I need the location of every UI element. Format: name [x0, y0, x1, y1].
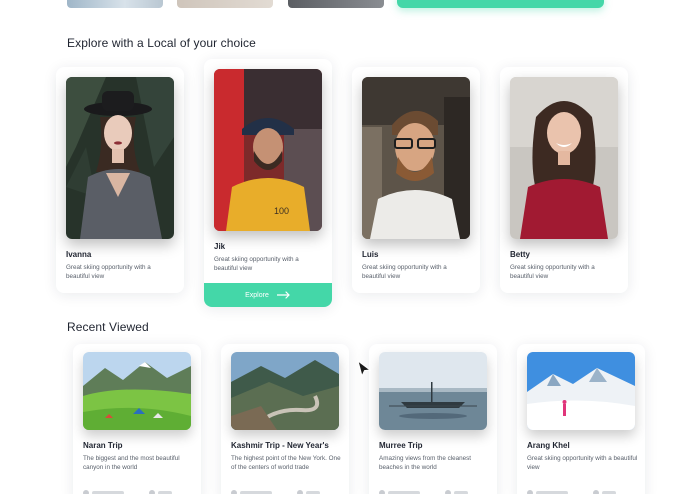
local-name: Jik: [214, 242, 226, 251]
trip-meta: [231, 490, 339, 494]
trip-photo: [379, 352, 487, 430]
trip-photo: [83, 352, 191, 430]
trip-photo: [231, 352, 339, 430]
meta-icon: [231, 490, 237, 494]
trip-description: The biggest and the most beautiful canyo…: [83, 455, 180, 471]
meta-icon: [445, 490, 451, 494]
local-card-ivanna[interactable]: Ivanna Great skiing opportunity with a b…: [56, 67, 184, 293]
destination-thumbnail[interactable]: [67, 0, 163, 8]
explore-button[interactable]: Explore: [204, 283, 332, 307]
trip-card-naran[interactable]: Naran Trip The biggest and the most beau…: [73, 344, 201, 494]
local-description: Great skiing opportunity with a beautifu…: [66, 264, 151, 280]
trip-card-murree[interactable]: Murree Trip Amazing views from the clean…: [369, 344, 497, 494]
explore-button-label: Explore: [245, 291, 269, 299]
local-card-betty[interactable]: Betty Great skiing opportunity with a be…: [500, 67, 628, 293]
trip-meta: [83, 490, 191, 494]
recent-section-title: Recent Viewed: [67, 320, 149, 334]
trip-name: Kashmir Trip - New Year's: [231, 441, 329, 450]
local-name: Luis: [362, 250, 379, 259]
trip-card-arang-khel[interactable]: Arang Khel Great skiing opportunity with…: [517, 344, 645, 494]
local-card-jik[interactable]: 100 Jik Great skiing opportunity with a …: [204, 59, 332, 307]
meta-icon: [379, 490, 385, 494]
trip-meta: [527, 490, 635, 494]
destination-thumbnail[interactable]: [177, 0, 273, 8]
local-description: Great skiing opportunity with a beautifu…: [510, 264, 595, 280]
trip-description: Amazing views from the cleanest beaches …: [379, 455, 472, 471]
meta-icon: [149, 490, 155, 494]
trip-description: Great skiing opportunity with a beautifu…: [527, 455, 638, 471]
trip-name: Arang Khel: [527, 441, 570, 450]
top-strip: [0, 0, 694, 10]
trip-meta: [379, 490, 487, 494]
local-photo: [66, 77, 174, 239]
cursor-icon: [357, 360, 372, 378]
local-photo: 100: [214, 69, 322, 231]
local-description: Great skiing opportunity with a beautifu…: [362, 264, 447, 280]
trip-description: The highest point of the New York. One o…: [231, 455, 341, 471]
locals-section-title: Explore with a Local of your choice: [67, 36, 256, 50]
destination-thumbnail[interactable]: [288, 0, 384, 8]
svg-text:100: 100: [274, 206, 289, 216]
trip-name: Naran Trip: [83, 441, 123, 450]
meta-icon: [593, 490, 599, 494]
local-card-luis[interactable]: Luis Great skiing opportunity with a bea…: [352, 67, 480, 293]
local-name: Betty: [510, 250, 531, 259]
meta-icon: [297, 490, 303, 494]
local-description: Great skiing opportunity with a beautifu…: [214, 256, 299, 272]
arrow-right-icon: [276, 291, 290, 299]
trip-name: Murree Trip: [379, 441, 423, 450]
primary-action-button[interactable]: [397, 0, 604, 8]
meta-icon: [527, 490, 533, 494]
meta-icon: [83, 490, 89, 494]
trip-card-kashmir[interactable]: Kashmir Trip - New Year's The highest po…: [221, 344, 349, 494]
local-name: Ivanna: [66, 250, 92, 259]
local-photo: [510, 77, 618, 239]
trip-photo: [527, 352, 635, 430]
local-photo: [362, 77, 470, 239]
